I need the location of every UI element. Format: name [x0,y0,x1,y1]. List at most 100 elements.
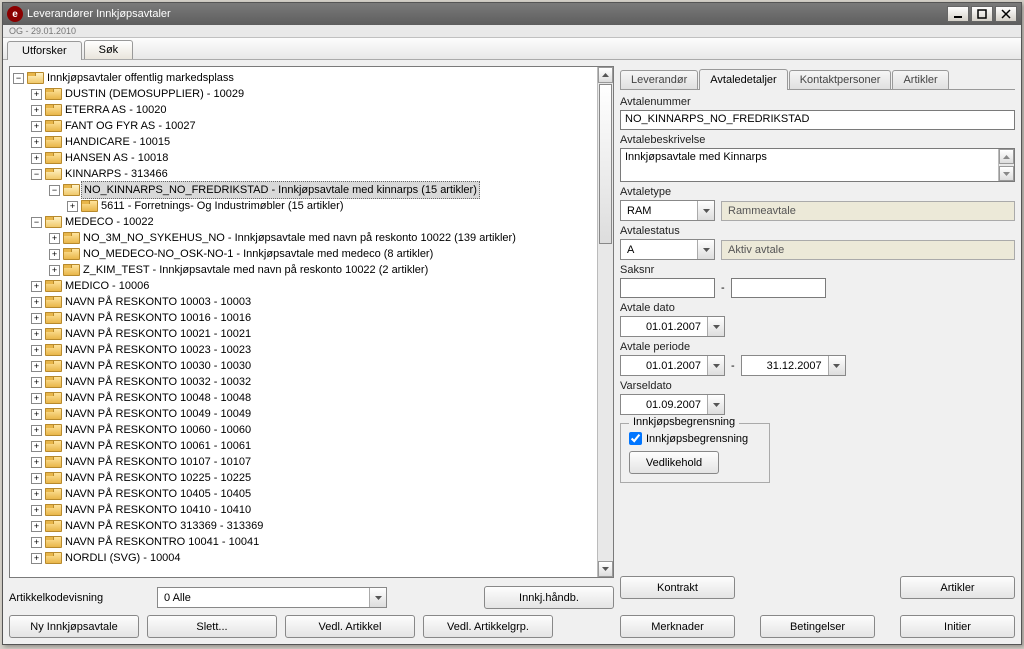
scroll-down-icon[interactable] [999,166,1014,181]
tree-item[interactable]: +NO_3M_NO_SYKEHUS_NO - Innkjøpsavtale me… [13,230,594,246]
tree-toggle-icon[interactable]: + [31,105,42,116]
avtalenummer-input[interactable]: NO_KINNARPS_NO_FREDRIKSTAD [620,110,1015,130]
tree-item[interactable]: −MEDECO - 10022 [13,214,594,230]
chevron-down-icon[interactable] [707,317,724,336]
tree-item[interactable]: +NAVN PÅ RESKONTO 10048 - 10048 [13,390,594,406]
tree-toggle-icon[interactable]: + [31,553,42,564]
tree-toggle-icon[interactable]: + [31,121,42,132]
tree-item[interactable]: +NAVN PÅ RESKONTO 10030 - 10030 [13,358,594,374]
tree-item[interactable]: +5611 - Forretnings- Og Industrimøbler (… [13,198,594,214]
saksnr-to-input[interactable] [731,278,826,298]
tree-toggle-icon[interactable]: + [49,233,60,244]
avtaletype-combo[interactable]: RAM [620,200,715,221]
tree-toggle-icon[interactable]: − [31,169,42,180]
tree-scrollbar[interactable] [597,67,613,577]
tree-toggle-icon[interactable]: + [31,441,42,452]
tree-toggle-icon[interactable]: − [31,217,42,228]
tab-utforsker[interactable]: Utforsker [7,41,82,60]
scroll-up-icon[interactable] [598,67,613,83]
tree-toggle-icon[interactable]: + [31,329,42,340]
tree-toggle-icon[interactable]: + [31,345,42,356]
varseldato-picker[interactable]: 01.09.2007 [620,394,725,415]
tree-item[interactable]: +HANDICARE - 10015 [13,134,594,150]
tree-item[interactable]: +NAVN PÅ RESKONTO 313369 - 313369 [13,518,594,534]
tree-item[interactable]: +DUSTIN (DEMOSUPPLIER) - 10029 [13,86,594,102]
tree-item[interactable]: +NAVN PÅ RESKONTO 10023 - 10023 [13,342,594,358]
tree-toggle-icon[interactable]: + [31,297,42,308]
tab-avtaledetaljer[interactable]: Avtaledetaljer [699,69,787,90]
tree-toggle-icon[interactable]: + [31,521,42,532]
maximize-button[interactable] [971,6,993,22]
avtale-periode-from-picker[interactable]: 01.01.2007 [620,355,725,376]
initier-button[interactable]: Initier [900,615,1015,638]
tree-toggle-icon[interactable]: + [31,361,42,372]
tree-item[interactable]: +NAVN PÅ RESKONTRO 10041 - 10041 [13,534,594,550]
tree-item[interactable]: +Z_KIM_TEST - Innkjøpsavtale med navn på… [13,262,594,278]
tree-toggle-icon[interactable]: + [31,89,42,100]
tree-item[interactable]: +NAVN PÅ RESKONTO 10225 - 10225 [13,470,594,486]
chevron-down-icon[interactable] [707,356,724,375]
tab-leverandor[interactable]: Leverandør [620,70,698,89]
chevron-down-icon[interactable] [828,356,845,375]
tree-toggle-icon[interactable]: + [31,137,42,148]
tree-item[interactable]: +NAVN PÅ RESKONTO 10016 - 10016 [13,310,594,326]
avtalebeskrivelse-input[interactable]: Innkjøpsavtale med Kinnarps [620,148,1015,182]
tab-sok[interactable]: Søk [84,40,134,59]
chevron-down-icon[interactable] [707,395,724,414]
chevron-down-icon[interactable] [697,240,714,259]
tree-toggle-icon[interactable]: + [31,409,42,420]
saksnr-from-input[interactable] [620,278,715,298]
slett-button[interactable]: Slett... [147,615,277,638]
tree-item[interactable]: −Innkjøpsavtaler offentlig markedsplass [13,70,594,86]
tree-item[interactable]: +NAVN PÅ RESKONTO 10061 - 10061 [13,438,594,454]
tab-kontaktpersoner[interactable]: Kontaktpersoner [789,70,892,89]
vedl-artikkel-button[interactable]: Vedl. Artikkel [285,615,415,638]
scroll-down-icon[interactable] [598,561,613,577]
scroll-up-icon[interactable] [999,149,1014,164]
tree-item[interactable]: +NAVN PÅ RESKONTO 10003 - 10003 [13,294,594,310]
innkjopsbegrensning-checkbox[interactable] [629,432,642,445]
tree-toggle-icon[interactable]: + [31,457,42,468]
betingelser-button[interactable]: Betingelser [760,615,875,638]
tree-toggle-icon[interactable]: − [13,73,24,84]
tab-artikler[interactable]: Artikler [892,70,948,89]
tree-toggle-icon[interactable]: + [31,377,42,388]
merknader-button[interactable]: Merknader [620,615,735,638]
tree-item[interactable]: +FANT OG FYR AS - 10027 [13,118,594,134]
tree-item[interactable]: −NO_KINNARPS_NO_FREDRIKSTAD - Innkjøpsav… [13,182,594,198]
tree-item[interactable]: +NAVN PÅ RESKONTO 10021 - 10021 [13,326,594,342]
tree-toggle-icon[interactable]: + [31,425,42,436]
tree-item[interactable]: +NAVN PÅ RESKONTO 10060 - 10060 [13,422,594,438]
close-button[interactable] [995,6,1017,22]
tree-item[interactable]: +NAVN PÅ RESKONTO 10405 - 10405 [13,486,594,502]
chevron-down-icon[interactable] [697,201,714,220]
tree-toggle-icon[interactable]: + [31,537,42,548]
avtalestatus-combo[interactable]: A [620,239,715,260]
minimize-button[interactable] [947,6,969,22]
chevron-down-icon[interactable] [369,588,386,607]
tree-item[interactable]: +HANSEN AS - 10018 [13,150,594,166]
tree-toggle-icon[interactable]: + [31,473,42,484]
tree-toggle-icon[interactable]: + [31,153,42,164]
tree-toggle-icon[interactable]: + [67,201,78,212]
tree-toggle-icon[interactable]: + [49,249,60,260]
tree-toggle-icon[interactable]: + [31,393,42,404]
scroll-thumb[interactable] [599,84,612,244]
tree-toggle-icon[interactable]: − [49,185,60,196]
tree-item[interactable]: +NAVN PÅ RESKONTO 10032 - 10032 [13,374,594,390]
tree-item[interactable]: +NAVN PÅ RESKONTO 10410 - 10410 [13,502,594,518]
vedl-artikkelgrp-button[interactable]: Vedl. Artikkelgrp. [423,615,553,638]
avtale-dato-picker[interactable]: 01.01.2007 [620,316,725,337]
kontrakt-button[interactable]: Kontrakt [620,576,735,599]
tree-item[interactable]: +ETERRA AS - 10020 [13,102,594,118]
supplier-tree[interactable]: −Innkjøpsavtaler offentlig markedsplass+… [9,66,614,578]
textarea-scrollbar[interactable] [998,149,1014,181]
tree-toggle-icon[interactable]: + [31,281,42,292]
tree-item[interactable]: +MEDICO - 10006 [13,278,594,294]
artikler-button[interactable]: Artikler [900,576,1015,599]
innkj-handb-button[interactable]: Innkj.håndb. [484,586,614,609]
ny-innkjopsavtale-button[interactable]: Ny Innkjøpsavtale [9,615,139,638]
tree-item[interactable]: −KINNARPS - 313466 [13,166,594,182]
artikkelkodevisning-combo[interactable]: 0 Alle [157,587,387,608]
tree-item[interactable]: +NORDLI (SVG) - 10004 [13,550,594,566]
